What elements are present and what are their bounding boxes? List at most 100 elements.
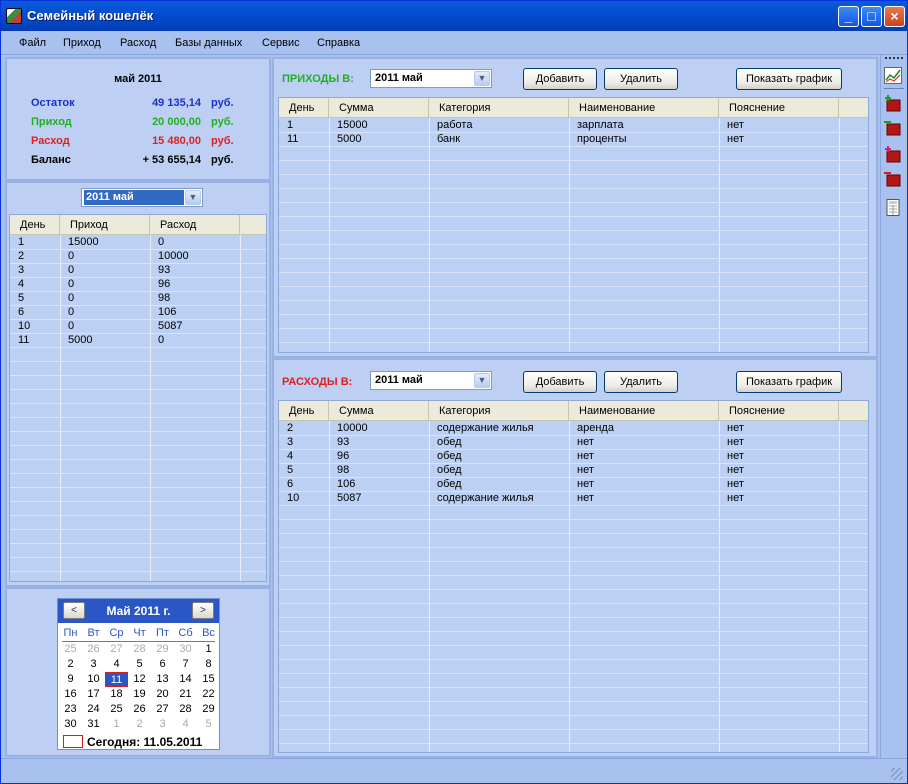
table-row[interactable] <box>279 301 868 315</box>
table-row[interactable]: 5 98 обед нет нет <box>279 464 868 478</box>
table-row[interactable] <box>10 474 266 488</box>
table-row[interactable] <box>279 147 868 161</box>
table-row[interactable] <box>279 245 868 259</box>
calendar-day[interactable]: 4 <box>105 657 128 672</box>
table-row[interactable]: 5 0 98 <box>10 292 266 306</box>
table-row[interactable] <box>279 273 868 287</box>
calendar-day[interactable]: 28 <box>174 702 197 717</box>
calendar-day[interactable]: 13 <box>151 672 174 687</box>
title-bar[interactable]: Семейный кошелёк _ □ × <box>1 1 907 31</box>
calendar-day[interactable]: 9 <box>59 672 82 687</box>
calendar-day[interactable]: 25 <box>59 642 82 657</box>
calendar-day[interactable]: 3 <box>151 717 174 732</box>
calendar-day[interactable]: 30 <box>174 642 197 657</box>
menu-databases[interactable]: Базы данных <box>175 37 242 49</box>
table-row[interactable]: 3 0 93 <box>10 264 266 278</box>
table-row[interactable] <box>279 189 868 203</box>
calendar-day[interactable]: 24 <box>82 702 105 717</box>
calendar-day[interactable]: 18 <box>105 687 128 702</box>
delete-income-icon[interactable] <box>884 119 902 136</box>
table-row[interactable] <box>279 744 868 752</box>
income-month-select[interactable]: 2011 май ▼ <box>370 69 492 88</box>
table-row[interactable] <box>10 418 266 432</box>
chevron-down-icon[interactable]: ▼ <box>185 190 201 205</box>
table-row[interactable] <box>10 558 266 572</box>
column-header[interactable]: День <box>10 215 60 235</box>
calendar-day[interactable]: 10 <box>82 672 105 687</box>
calendar-day[interactable]: 27 <box>151 702 174 717</box>
table-row[interactable] <box>279 217 868 231</box>
income-add-button[interactable]: Добавить <box>523 68 597 90</box>
calendar-day[interactable]: 20 <box>151 687 174 702</box>
table-row[interactable] <box>10 544 266 558</box>
table-row[interactable]: 2 0 10000 <box>10 250 266 264</box>
table-row[interactable] <box>10 404 266 418</box>
column-header[interactable]: Пояснение <box>719 401 839 421</box>
table-row[interactable] <box>279 632 868 646</box>
table-row[interactable] <box>279 604 868 618</box>
table-row[interactable] <box>279 506 868 520</box>
table-row[interactable]: 2 10000 содержание жилья аренда нет <box>279 422 868 436</box>
table-row[interactable] <box>279 590 868 604</box>
calendar-day[interactable]: 28 <box>128 642 151 657</box>
income-table[interactable]: День Сумма Категория Наименование Пояснение 1… <box>278 97 869 353</box>
next-month-button[interactable]: > <box>192 602 214 619</box>
calendar-day[interactable]: 14 <box>174 672 197 687</box>
table-row[interactable]: 1 15000 0 <box>10 236 266 250</box>
menu-help[interactable]: Справка <box>317 37 360 49</box>
column-header[interactable]: Категория <box>429 401 569 421</box>
calendar-day[interactable]: 23 <box>59 702 82 717</box>
column-header[interactable]: Наименование <box>569 401 719 421</box>
menu-service[interactable]: Сервис <box>262 37 300 49</box>
table-row[interactable] <box>279 716 868 730</box>
table-row[interactable]: 1 15000 работа зарплата нет <box>279 119 868 133</box>
table-row[interactable] <box>10 390 266 404</box>
table-row[interactable] <box>10 376 266 390</box>
chevron-down-icon[interactable]: ▼ <box>474 373 490 388</box>
calendar-day[interactable]: 1 <box>197 642 220 657</box>
table-row[interactable] <box>10 432 266 446</box>
calendar-day-selected[interactable]: 11 <box>105 672 128 687</box>
close-button[interactable]: × <box>884 6 905 27</box>
calendar-day[interactable]: 29 <box>151 642 174 657</box>
expense-chart-button[interactable]: Показать график <box>736 371 842 393</box>
table-row[interactable] <box>279 534 868 548</box>
table-row[interactable] <box>279 618 868 632</box>
table-row[interactable] <box>279 175 868 189</box>
month-calendar[interactable]: < Май 2011 г. > Пн Вт Ср Чт Пт Сб Вс 25 26 27 28 29… <box>57 598 220 750</box>
calendar-day[interactable]: 1 <box>105 717 128 732</box>
table-row[interactable] <box>279 520 868 534</box>
calendar-day[interactable]: 17 <box>82 687 105 702</box>
table-row[interactable] <box>279 287 868 301</box>
table-row[interactable] <box>279 688 868 702</box>
menu-income[interactable]: Приход <box>63 37 101 49</box>
table-row[interactable] <box>279 161 868 175</box>
table-row[interactable] <box>279 562 868 576</box>
table-row[interactable] <box>279 730 868 744</box>
calendar-day[interactable]: 5 <box>128 657 151 672</box>
table-row[interactable] <box>279 646 868 660</box>
income-chart-button[interactable]: Показать график <box>736 68 842 90</box>
calendar-day[interactable]: 16 <box>59 687 82 702</box>
table-row[interactable] <box>10 530 266 544</box>
calendar-day[interactable]: 29 <box>197 702 220 717</box>
chart-icon[interactable] <box>884 67 902 84</box>
table-row[interactable]: 6 106 обед нет нет <box>279 478 868 492</box>
column-header[interactable]: Категория <box>429 98 569 118</box>
table-row[interactable]: 3 93 обед нет нет <box>279 436 868 450</box>
calendar-day[interactable]: 26 <box>128 702 151 717</box>
table-row[interactable] <box>279 576 868 590</box>
calendar-day[interactable]: 5 <box>197 717 220 732</box>
chevron-down-icon[interactable]: ▼ <box>474 71 490 86</box>
calendar-day[interactable]: 15 <box>197 672 220 687</box>
calendar-day[interactable]: 25 <box>105 702 128 717</box>
calendar-day[interactable]: 2 <box>59 657 82 672</box>
delete-expense-icon[interactable] <box>884 170 902 187</box>
calculator-icon[interactable] <box>884 199 902 216</box>
column-header[interactable]: День <box>279 401 329 421</box>
table-row[interactable]: 6 0 106 <box>10 306 266 320</box>
table-row[interactable]: 10 0 5087 <box>10 320 266 334</box>
table-row[interactable] <box>10 516 266 530</box>
table-row[interactable] <box>279 674 868 688</box>
calendar-day[interactable]: 3 <box>82 657 105 672</box>
